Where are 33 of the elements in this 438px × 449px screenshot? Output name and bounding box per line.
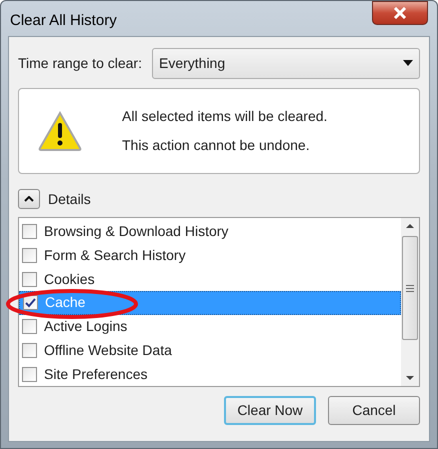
checkbox[interactable] bbox=[22, 224, 37, 240]
list-item[interactable]: Cookies bbox=[19, 267, 401, 292]
checkbox[interactable] bbox=[23, 295, 38, 310]
dialog-button[interactable]: Cancel bbox=[328, 396, 420, 425]
checkbox[interactable] bbox=[22, 366, 37, 382]
window-title: Clear All History bbox=[10, 11, 117, 31]
time-range-dropdown[interactable]: Everything bbox=[152, 48, 420, 78]
checkbox[interactable] bbox=[22, 272, 37, 287]
grip-icon bbox=[406, 284, 414, 292]
checkmark-icon bbox=[25, 298, 36, 308]
dropdown-arrow-icon bbox=[403, 60, 413, 66]
details-toggle[interactable] bbox=[18, 189, 40, 209]
warning-text: This action cannot be undone. bbox=[122, 136, 311, 155]
warning-text: All selected items will be cleared. bbox=[122, 107, 328, 126]
list-item[interactable]: Browsing & Download History bbox=[19, 220, 401, 244]
scroll-up-icon bbox=[406, 224, 414, 228]
list-item[interactable]: Site Preferences bbox=[19, 362, 401, 386]
scroll-down-icon bbox=[406, 376, 414, 380]
list-item[interactable]: Active Logins bbox=[19, 314, 401, 339]
warning-icon bbox=[38, 111, 82, 151]
checkbox[interactable] bbox=[22, 319, 37, 334]
scroll-thumb[interactable] bbox=[402, 236, 418, 340]
close-button[interactable] bbox=[372, 1, 428, 25]
list-item[interactable]: Offline Website Data bbox=[19, 338, 401, 362]
time-range-label: Time range to clear: bbox=[18, 54, 142, 73]
close-icon bbox=[393, 7, 407, 19]
checkbox[interactable] bbox=[22, 248, 37, 264]
details-label: Details bbox=[48, 190, 91, 208]
dialog-button[interactable]: Clear Now bbox=[224, 396, 316, 425]
checkbox[interactable] bbox=[22, 342, 37, 358]
scrollbar[interactable] bbox=[401, 218, 419, 386]
list-item[interactable]: Form & Search History bbox=[19, 244, 401, 268]
chevron-up-icon bbox=[24, 196, 34, 202]
